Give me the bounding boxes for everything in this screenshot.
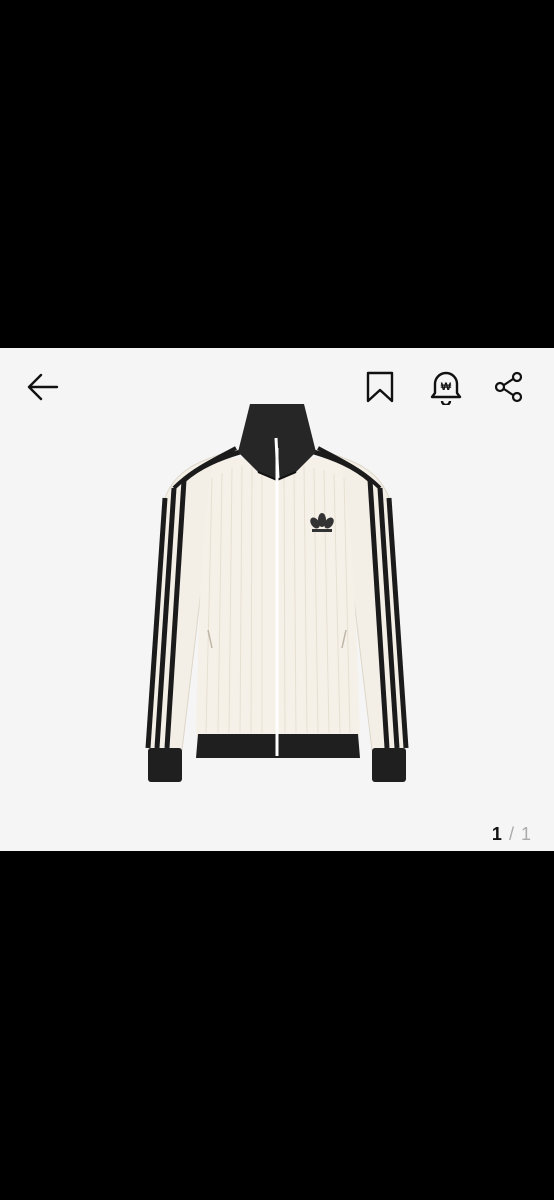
arrow-left-icon bbox=[27, 373, 59, 401]
bookmark-icon bbox=[366, 371, 394, 403]
share-icon bbox=[494, 371, 523, 403]
counter-total: 1 bbox=[520, 824, 532, 844]
counter-current: 1 bbox=[491, 824, 503, 844]
back-button[interactable] bbox=[21, 365, 65, 409]
won-bell-icon: ₩ bbox=[430, 371, 462, 405]
image-viewer: ₩ 1 / 1 bbox=[0, 0, 554, 1200]
bookmark-button[interactable] bbox=[358, 365, 402, 409]
photo-area[interactable]: ₩ 1 / 1 bbox=[0, 348, 554, 851]
counter-separator: / bbox=[508, 824, 515, 844]
image-counter: 1 / 1 bbox=[492, 824, 532, 845]
share-button[interactable] bbox=[487, 365, 531, 409]
won-symbol: ₩ bbox=[441, 381, 452, 393]
price-alert-button[interactable]: ₩ bbox=[424, 365, 468, 409]
product-image[interactable] bbox=[0, 348, 554, 851]
